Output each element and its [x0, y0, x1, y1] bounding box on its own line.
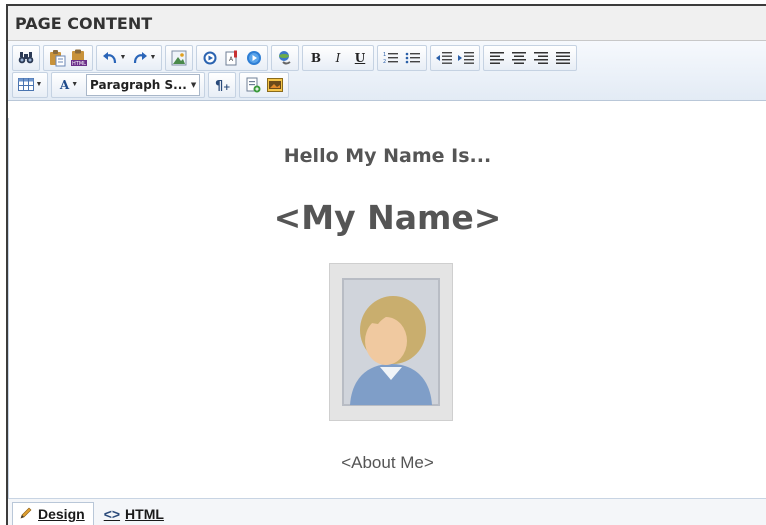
paragraph-style-dropdown[interactable]: Paragraph S... ▼: [86, 73, 201, 96]
toolbar-group-format: B I U: [302, 44, 374, 71]
align-left-icon[interactable]: [486, 47, 508, 69]
toolbar-group-lists: 12: [377, 44, 427, 71]
undo-button[interactable]: ▼: [99, 47, 129, 69]
table-icon: [17, 78, 34, 91]
outdent-icon[interactable]: [433, 47, 455, 69]
chevron-down-icon: ▼: [149, 54, 157, 61]
media-manager-icon[interactable]: [199, 47, 221, 69]
toolbar-group-find: [12, 44, 40, 71]
chevron-down-icon: ▼: [71, 81, 79, 88]
redo-button[interactable]: ▼: [129, 47, 159, 69]
indent-icon[interactable]: [455, 47, 477, 69]
toolbar-group-insert: [239, 71, 290, 98]
toolbar-group-table: ▼: [12, 71, 48, 98]
toolbar-group-style: A ▼ Paragraph S... ▼: [51, 71, 206, 98]
template-manager-icon[interactable]: [264, 74, 286, 96]
justify-icon[interactable]: [552, 47, 574, 69]
font-color-button[interactable]: A ▼: [54, 74, 84, 96]
paste-icon[interactable]: [46, 47, 68, 69]
svg-text:1: 1: [383, 52, 386, 58]
toolbar-row-2: ▼ A ▼ Paragraph S... ▼ ¶ +: [12, 71, 766, 98]
font-color-icon: A: [59, 77, 70, 92]
toolbar-group-media: A: [196, 44, 268, 71]
svg-text:HTML: HTML: [72, 61, 86, 67]
chevron-down-icon: ▼: [119, 54, 127, 61]
svg-text:2: 2: [383, 59, 386, 65]
paragraph-mark-icon[interactable]: ¶ +: [211, 74, 233, 96]
tab-design[interactable]: Design: [12, 502, 94, 525]
tab-html-label: HTML: [125, 506, 164, 522]
name-heading: <My Name>: [273, 198, 502, 237]
undo-icon: [102, 51, 116, 63]
insert-table-button[interactable]: ▼: [15, 74, 45, 96]
numbered-list-icon[interactable]: 12: [380, 47, 402, 69]
toolbar-group-link: [271, 44, 299, 71]
editor-mode-tabs: Design <> HTML: [8, 499, 766, 525]
profile-photo-placeholder[interactable]: [329, 263, 453, 421]
toolbar-group-align: [483, 44, 577, 71]
find-replace-icon[interactable]: [15, 47, 37, 69]
editor-toolbars: HTML ▼ ▼ A B I U 1 2 ▼ A ▼ Paragraph S..…: [8, 41, 766, 101]
redo-icon: [133, 51, 147, 63]
chevron-down-icon: ▼: [35, 81, 43, 88]
toolbar-group-indent: [430, 44, 480, 71]
pencil-icon: [19, 506, 33, 523]
about-me-text: <About Me>: [341, 453, 434, 472]
chevron-down-icon: ▼: [190, 80, 197, 89]
tab-html[interactable]: <> HTML: [98, 503, 172, 525]
panel-title: PAGE CONTENT: [8, 6, 766, 41]
image-manager-icon[interactable]: [168, 47, 190, 69]
flash-manager-icon[interactable]: [243, 47, 265, 69]
toolbar-group-undo-redo: ▼ ▼: [96, 44, 162, 71]
intro-heading: Hello My Name Is...: [283, 145, 492, 167]
code-icon: <>: [103, 506, 121, 522]
hyperlink-icon[interactable]: [274, 47, 296, 69]
document-manager-icon[interactable]: A: [221, 47, 243, 69]
page-content-panel: PAGE CONTENT HTML ▼ ▼ A B I U 1 2 ▼ A ▼ …: [6, 4, 766, 525]
paste-html-icon[interactable]: HTML: [68, 47, 90, 69]
tab-design-label: Design: [38, 506, 85, 522]
insert-snippet-icon[interactable]: [242, 74, 264, 96]
svg-text:+: +: [223, 83, 230, 92]
bullet-list-icon[interactable]: [402, 47, 424, 69]
toolbar-group-image: [165, 44, 193, 71]
align-right-icon[interactable]: [530, 47, 552, 69]
align-center-icon[interactable]: [508, 47, 530, 69]
bold-button[interactable]: B: [305, 47, 327, 69]
paragraph-style-value: Paragraph S...: [90, 77, 187, 92]
italic-button[interactable]: I: [327, 47, 349, 69]
toolbar-group-misc: ¶ +: [208, 71, 237, 98]
toolbar-group-paste: HTML: [43, 44, 93, 71]
person-silhouette-icon: [342, 278, 440, 406]
underline-button[interactable]: U: [349, 47, 371, 69]
toolbar-row-1: HTML ▼ ▼ A B I U 1 2: [12, 44, 766, 71]
design-editor-area[interactable]: Hello My Name Is... <My Name> <About Me>: [8, 118, 766, 499]
